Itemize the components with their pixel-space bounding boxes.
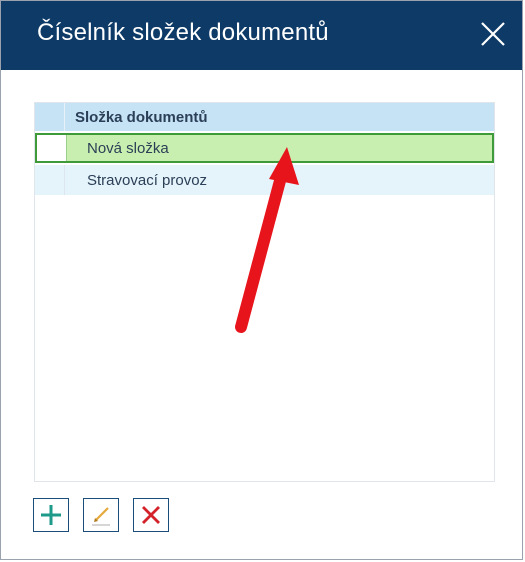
x-icon [142,506,160,524]
table-row[interactable]: Stravovací provoz [35,165,494,195]
table-row[interactable]: Nová složka [35,133,494,163]
row-selector[interactable] [37,135,67,161]
close-button[interactable] [478,19,508,49]
dialog-window: Číselník složek dokumentů Složka dokumen… [0,0,523,560]
title-bar: Číselník složek dokumentů [1,1,522,70]
edit-button[interactable] [83,498,119,532]
delete-button[interactable] [133,498,169,532]
row-selector[interactable] [35,165,65,195]
grid-header: Složka dokumentů [35,103,494,131]
folder-name-cell: Stravovací provoz [87,172,208,189]
folder-name-cell: Nová složka [87,140,169,157]
folder-grid: Složka dokumentů Nová složka Stravovací … [34,102,495,482]
pencil-icon [92,507,110,526]
add-button[interactable] [33,498,69,532]
close-icon [481,22,505,46]
plus-icon [41,505,61,525]
column-header-folder[interactable]: Složka dokumentů [75,109,208,126]
window-title: Číselník složek dokumentů [37,19,329,46]
row-selector-header [35,103,65,131]
